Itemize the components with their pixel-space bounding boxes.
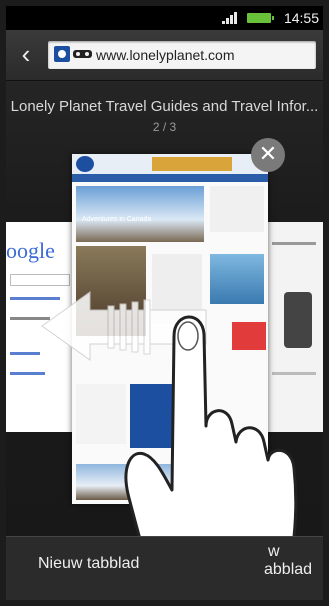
url-bar[interactable]: www.lonelyplanet.com — [48, 41, 316, 69]
site-nav — [72, 174, 268, 182]
tab-preview-left[interactable]: oogle — [6, 222, 72, 432]
hero-image: Adventures in Canada — [76, 186, 204, 242]
mask-icon — [73, 50, 92, 58]
phone-image — [284, 292, 312, 348]
signal-icon — [222, 12, 237, 24]
phone-screen: 14:55 ‹ www.lonelyplanet.com Lonely Plan… — [6, 6, 323, 600]
browser-toolbar: ‹ www.lonelyplanet.com — [6, 30, 323, 81]
tab-counter: 2 / 3 — [152, 120, 177, 134]
favicon-icon — [54, 46, 70, 62]
list-block — [76, 384, 126, 444]
text-line — [272, 372, 316, 375]
status-time: 14:55 — [283, 10, 319, 26]
site-header — [72, 154, 268, 174]
feature-image — [76, 246, 146, 336]
tab-preview-right[interactable] — [268, 222, 323, 432]
bottom-image — [76, 464, 206, 500]
text-line — [272, 242, 316, 245]
status-bar: 14:55 — [6, 6, 323, 30]
hero-headline: Adventures in Canada — [82, 216, 152, 223]
new-tab-button[interactable]: Nieuw tabblad — [38, 555, 139, 573]
bottom-bar: Nieuw tabblad w abblad — [6, 536, 323, 600]
google-logo: oogle — [6, 238, 55, 263]
banner-ad — [152, 157, 232, 171]
search-box — [10, 274, 70, 286]
back-button[interactable]: ‹ — [14, 41, 38, 68]
sidebar-box — [210, 186, 264, 232]
tab-preview-main[interactable]: Adventures in Canada — [72, 154, 268, 504]
battery-icon — [247, 13, 274, 23]
link-line — [10, 352, 40, 355]
promo-block — [130, 384, 200, 448]
feature-text — [152, 254, 202, 324]
page-title: Lonely Planet Travel Guides and Travel I… — [10, 98, 319, 115]
close-tab-button[interactable]: ✕ — [251, 138, 285, 172]
bottom-right-label-top: w — [268, 543, 280, 560]
sale-badge — [232, 322, 266, 350]
url-text: www.lonelyplanet.com — [96, 47, 235, 63]
sidebar-image — [210, 254, 264, 304]
link-line — [10, 372, 45, 375]
bottom-right-label[interactable]: abblad — [264, 561, 312, 579]
link-line — [10, 297, 60, 300]
site-logo — [76, 156, 94, 172]
text-line — [10, 317, 50, 320]
